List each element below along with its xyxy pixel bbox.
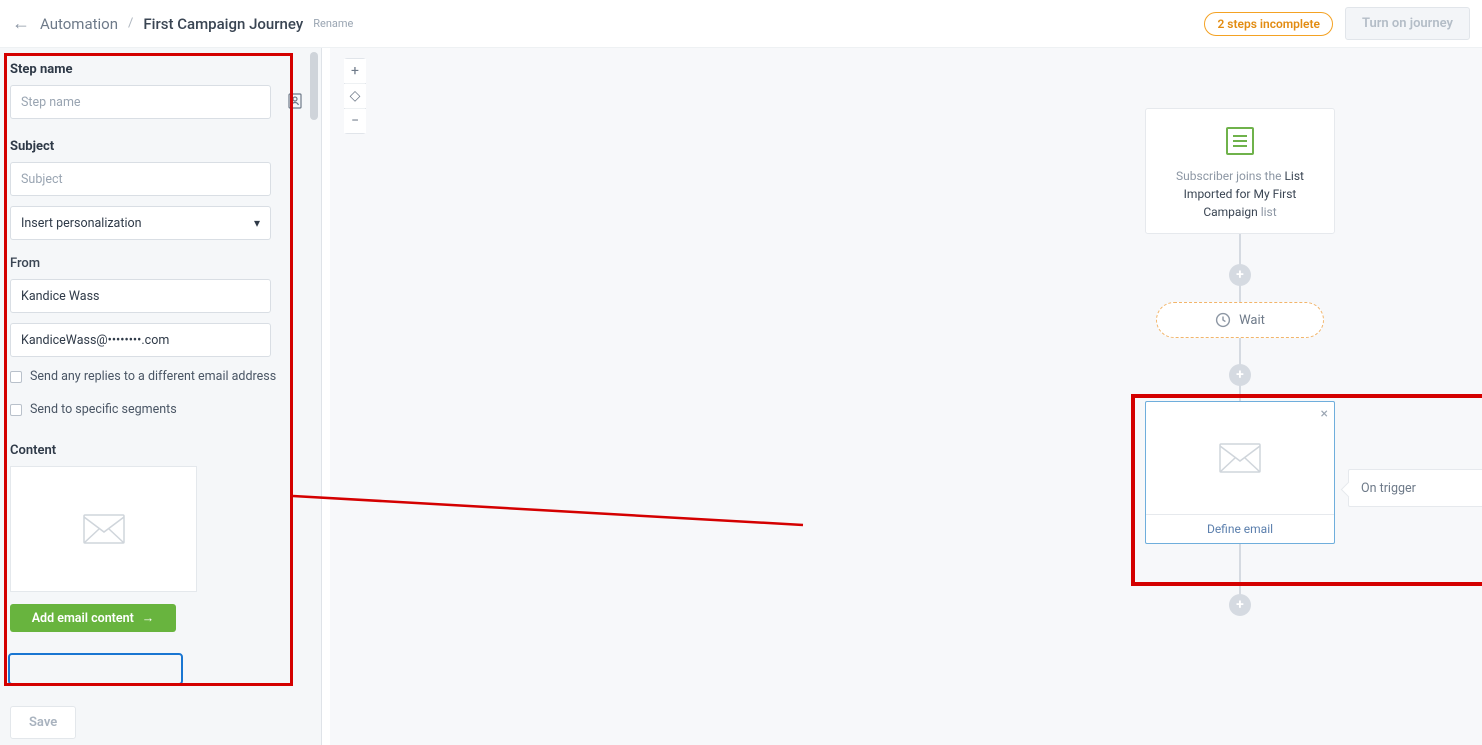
zoom-in-button[interactable]: + [344, 59, 366, 83]
from-label: From [10, 256, 311, 271]
back-arrow-icon[interactable]: ← [12, 15, 30, 33]
zoom-controls: + ◇ − [344, 58, 366, 134]
subject-input[interactable] [10, 162, 271, 196]
add-step-button[interactable]: + [1229, 364, 1251, 386]
checkbox-icon[interactable] [10, 404, 22, 416]
email-step-card[interactable]: × Define email [1145, 401, 1335, 544]
add-email-content-button[interactable]: Add email content → [10, 604, 176, 632]
on-trigger-label: On trigger [1361, 481, 1416, 496]
sidebar-scrollbar[interactable] [310, 52, 318, 690]
sidebar-footer: Save [0, 694, 321, 745]
crumb-root[interactable]: Automation [40, 15, 118, 33]
envelope-icon [83, 514, 125, 544]
zoom-center-button[interactable]: ◇ [344, 84, 366, 108]
sidebar-resizer[interactable] [322, 48, 330, 745]
on-trigger-tooltip[interactable]: On trigger [1348, 469, 1482, 507]
trigger-card[interactable]: Subscriber joins the List Imported for M… [1145, 108, 1335, 234]
add-email-content-label: Add email content [32, 611, 134, 626]
header-bar: ← Automation / First Campaign Journey Re… [0, 0, 1482, 48]
step-name-label: Step name [10, 62, 311, 77]
add-step-button[interactable]: + [1229, 264, 1251, 286]
save-button[interactable]: Save [10, 706, 76, 739]
step-name-input[interactable] [10, 85, 271, 119]
main: Step name Subject Insert personalization… [0, 48, 1482, 745]
segments-checkbox-row[interactable]: Send to specific segments [10, 402, 311, 417]
from-email-input[interactable] [10, 323, 271, 357]
wait-step[interactable]: Wait [1156, 302, 1324, 338]
define-email-link[interactable]: Define email [1146, 515, 1334, 543]
header-actions: 2 steps incomplete Turn on journey [1204, 7, 1470, 40]
turn-on-journey-button[interactable]: Turn on journey [1345, 7, 1470, 40]
wait-label: Wait [1239, 313, 1265, 328]
list-icon [1226, 127, 1254, 155]
contacts-icon[interactable] [287, 93, 303, 109]
connector-line [1239, 284, 1241, 304]
envelope-icon [1219, 443, 1261, 473]
connector-line [1239, 234, 1241, 268]
content-preview[interactable] [10, 466, 197, 592]
from-name-input[interactable] [10, 279, 271, 313]
arrow-right-icon: → [142, 611, 155, 626]
checkbox-icon[interactable] [10, 371, 22, 383]
content-label: Content [10, 443, 311, 458]
clock-icon [1215, 312, 1231, 328]
add-step-button[interactable]: + [1229, 594, 1251, 616]
page-title: First Campaign Journey [143, 15, 303, 33]
breadcrumb: ← Automation / First Campaign Journey Re… [12, 15, 353, 33]
personalization-select[interactable]: Insert personalization ▾ [10, 206, 271, 240]
close-icon[interactable]: × [1321, 406, 1328, 422]
connector-line [1239, 384, 1241, 402]
chevron-down-icon: ▾ [254, 216, 260, 230]
crumb-separator: / [128, 16, 133, 31]
segments-checkbox-label: Send to specific segments [30, 402, 177, 417]
zoom-out-button[interactable]: − [344, 109, 366, 133]
replies-checkbox-row[interactable]: Send any replies to a different email ad… [10, 369, 311, 384]
sidebar: Step name Subject Insert personalization… [0, 48, 322, 745]
status-pill[interactable]: 2 steps incomplete [1204, 12, 1333, 36]
personalization-select-value: Insert personalization [21, 216, 142, 231]
trigger-description: Subscriber joins the List Imported for M… [1160, 167, 1320, 221]
replies-checkbox-label: Send any replies to a different email ad… [30, 369, 276, 384]
connector-line [1239, 544, 1241, 598]
rename-link[interactable]: Rename [313, 17, 353, 30]
subject-label: Subject [10, 139, 311, 154]
journey-canvas[interactable]: + ◇ − Subscriber joins the List Imported… [330, 48, 1482, 745]
